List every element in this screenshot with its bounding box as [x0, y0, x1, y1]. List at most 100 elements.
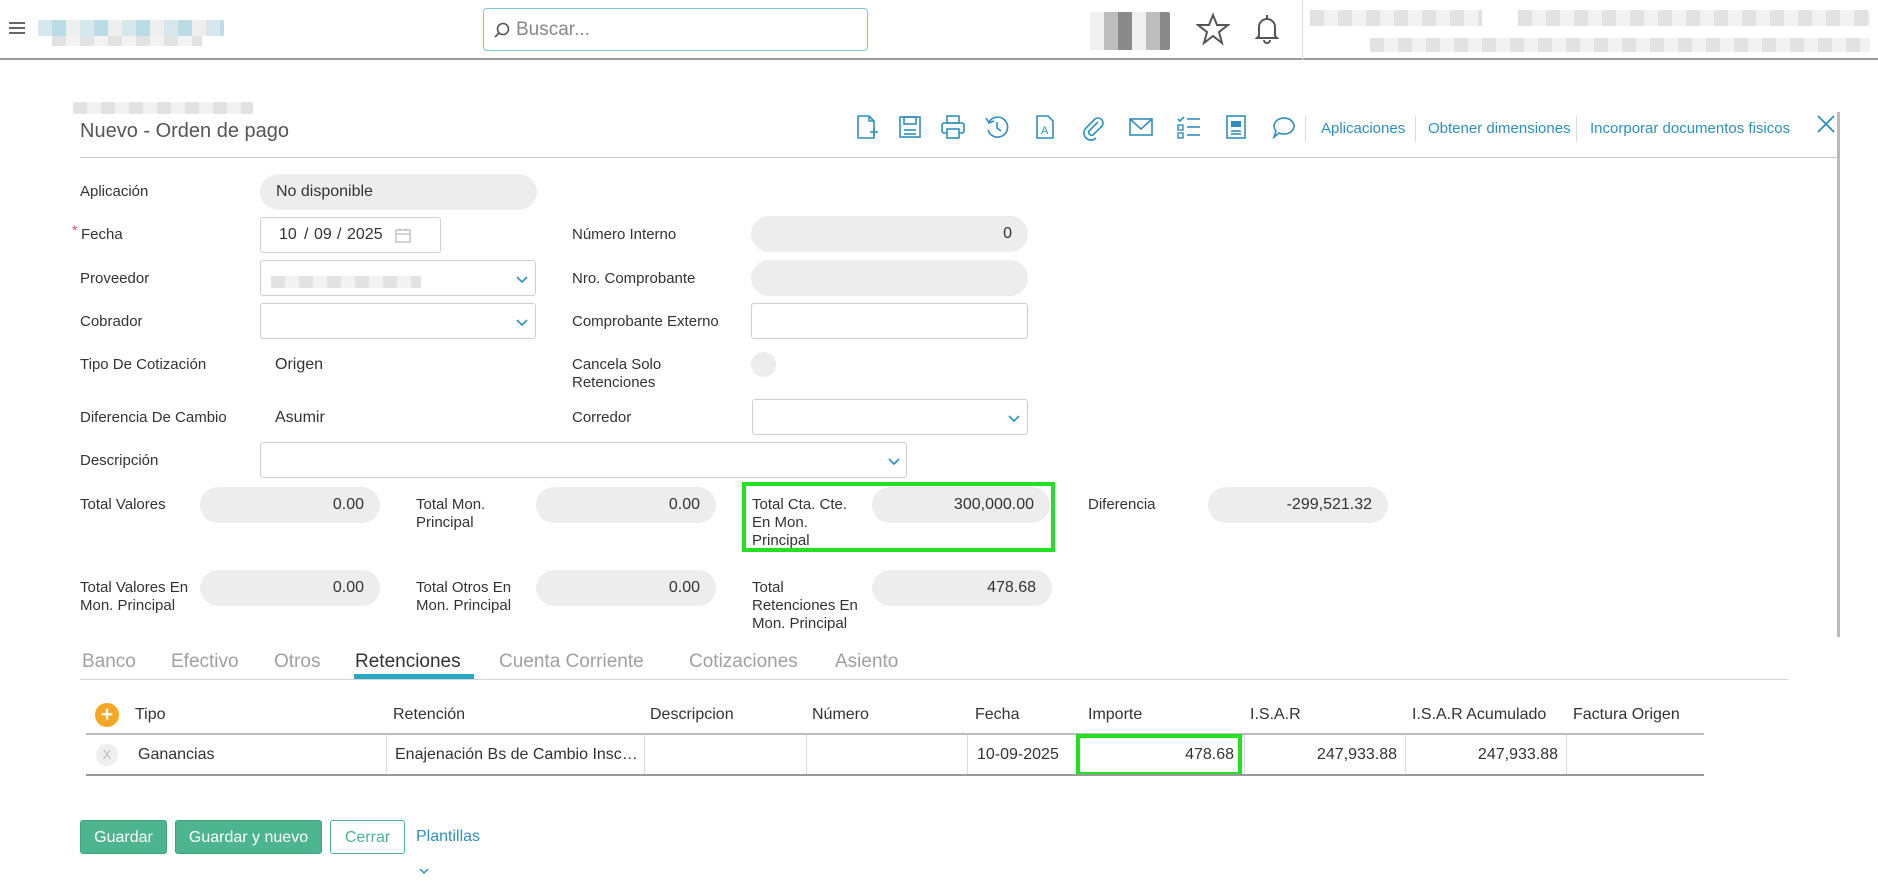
delete-row-button[interactable]: X: [96, 744, 118, 766]
chevron-down-icon: [419, 868, 429, 875]
user-avatar[interactable]: [1090, 12, 1170, 50]
search-box[interactable]: [483, 8, 868, 51]
total-retenciones-field: 478.68: [872, 570, 1052, 606]
col-header-isar[interactable]: I.S.A.R: [1250, 706, 1301, 724]
user-info: [1310, 10, 1482, 26]
cobrador-label: Cobrador: [80, 313, 143, 330]
fecha-day[interactable]: 10: [279, 226, 297, 244]
tipo-cotizacion-value: Origen: [275, 356, 324, 373]
tab-efectivo[interactable]: Efectivo: [171, 651, 239, 673]
col-header-tipo[interactable]: Tipo: [135, 706, 166, 724]
col-header-factura-origen[interactable]: Factura Origen: [1573, 706, 1680, 724]
proveedor-select[interactable]: [260, 260, 536, 296]
col-header-fecha[interactable]: Fecha: [975, 706, 1019, 724]
aplicaciones-link[interactable]: Aplicaciones: [1321, 120, 1405, 137]
cell-divider: [1405, 735, 1406, 774]
user-info-3: [1370, 38, 1870, 52]
checklist-icon[interactable]: [1175, 113, 1203, 141]
new-document-icon[interactable]: [852, 113, 880, 141]
add-row-button[interactable]: +: [95, 703, 119, 727]
star-icon[interactable]: [1196, 12, 1230, 46]
table-header-divider: [86, 733, 1704, 735]
toolbar-divider: [1576, 116, 1577, 142]
cell-retencion[interactable]: Enajenación Bs de Cambio Insc…: [395, 746, 638, 764]
col-header-isar-acumulado[interactable]: I.S.A.R Acumulado: [1412, 706, 1546, 724]
cell-divider: [806, 735, 807, 774]
descripcion-select[interactable]: [260, 442, 907, 478]
cell-divider: [644, 735, 645, 774]
bell-icon[interactable]: [1250, 12, 1284, 46]
cell-tipo[interactable]: Ganancias: [138, 746, 215, 764]
total-cta-cte-label: Total Cta. Cte. En Mon. Principal: [752, 496, 848, 549]
cell-divider: [967, 735, 968, 774]
history-icon[interactable]: [983, 113, 1011, 141]
tab-cuenta-corriente[interactable]: Cuenta Corriente: [499, 651, 644, 673]
cancela-solo-retenciones-toggle[interactable]: [751, 352, 776, 377]
diferencia-field: -299,521.32: [1208, 487, 1388, 523]
cell-divider: [1244, 735, 1245, 774]
tab-banco[interactable]: Banco: [82, 651, 136, 673]
cerrar-button[interactable]: Cerrar: [330, 820, 405, 854]
fecha-month[interactable]: 09: [314, 226, 332, 244]
col-header-numero[interactable]: Número: [812, 706, 869, 724]
obtener-dimensiones-link[interactable]: Obtener dimensiones: [1428, 120, 1571, 137]
total-otros-field: 0.00: [536, 570, 716, 606]
toolbar-divider: [1305, 116, 1306, 142]
nro-comprobante-field[interactable]: [751, 260, 1028, 296]
text-document-icon[interactable]: A: [1031, 113, 1059, 141]
total-otros-label: Total Otros En Mon. Principal: [416, 579, 512, 614]
cell-fecha[interactable]: 10-09-2025: [977, 746, 1059, 764]
chevron-down-icon: [516, 319, 528, 327]
table-bottom-border: [86, 774, 1704, 776]
col-header-descripcion[interactable]: Descripcion: [650, 706, 734, 724]
attachment-icon[interactable]: [1079, 113, 1107, 141]
close-icon[interactable]: [1815, 113, 1837, 135]
tab-asiento[interactable]: Asiento: [835, 651, 898, 673]
notes-icon[interactable]: [1222, 113, 1250, 141]
required-mark: *: [72, 222, 78, 238]
tab-cotizaciones[interactable]: Cotizaciones: [689, 651, 798, 673]
chevron-down-icon: [1008, 415, 1020, 423]
menu-icon[interactable]: [9, 22, 25, 34]
corredor-label: Corredor: [572, 409, 632, 426]
tab-retenciones[interactable]: Retenciones: [355, 651, 461, 673]
print-icon[interactable]: [939, 113, 967, 141]
nro-comprobante-label: Nro. Comprobante: [572, 270, 696, 287]
search-input[interactable]: [516, 15, 856, 45]
tab-otros[interactable]: Otros: [274, 651, 320, 673]
corredor-select[interactable]: [752, 399, 1028, 435]
numero-interno-label: Número Interno: [572, 226, 677, 243]
email-icon[interactable]: [1127, 113, 1155, 141]
date-sep: /: [304, 226, 309, 243]
col-header-retencion[interactable]: Retención: [393, 706, 465, 724]
numero-interno-field[interactable]: 0: [751, 216, 1028, 252]
col-header-importe[interactable]: Importe: [1088, 706, 1142, 724]
comment-icon[interactable]: [1270, 113, 1298, 141]
cell-isar-acumulado[interactable]: 247,933.88: [1413, 746, 1558, 764]
total-cta-cte-field: 300,000.00: [872, 487, 1050, 523]
cobrador-select[interactable]: [260, 303, 536, 339]
save-icon[interactable]: [896, 113, 924, 141]
top-bar: [0, 0, 1878, 60]
fecha-label: Fecha: [81, 226, 123, 243]
guardar-y-nuevo-button[interactable]: Guardar y nuevo: [175, 820, 322, 854]
plantillas-button[interactable]: Plantillas: [416, 820, 498, 875]
title-divider: [80, 157, 1840, 158]
fecha-date-input[interactable]: 10 / 09 / 2025: [260, 217, 441, 253]
company-logo: [38, 20, 224, 36]
cell-importe[interactable]: 478.68: [1084, 746, 1234, 764]
incorporar-documentos-link[interactable]: Incorporar documentos fisicos: [1590, 120, 1790, 137]
vertical-scrollbar[interactable]: [1837, 112, 1840, 637]
tipo-cotizacion-label: Tipo De Cotización: [80, 356, 207, 373]
guardar-button[interactable]: Guardar: [80, 820, 167, 854]
fecha-year[interactable]: 2025: [347, 226, 383, 244]
total-valores-field: 0.00: [200, 487, 380, 523]
total-mon-principal-field: 0.00: [536, 487, 716, 523]
comprobante-externo-input[interactable]: [751, 303, 1028, 339]
cell-isar[interactable]: 247,933.88: [1252, 746, 1397, 764]
diferencia-cambio-value: Asumir: [275, 409, 325, 426]
calendar-icon[interactable]: [395, 227, 411, 243]
company-logo-sub: [52, 36, 202, 46]
cancela-solo-retenciones-label: Cancela Solo Retenciones: [572, 356, 662, 391]
descripcion-label: Descripción: [80, 452, 159, 469]
